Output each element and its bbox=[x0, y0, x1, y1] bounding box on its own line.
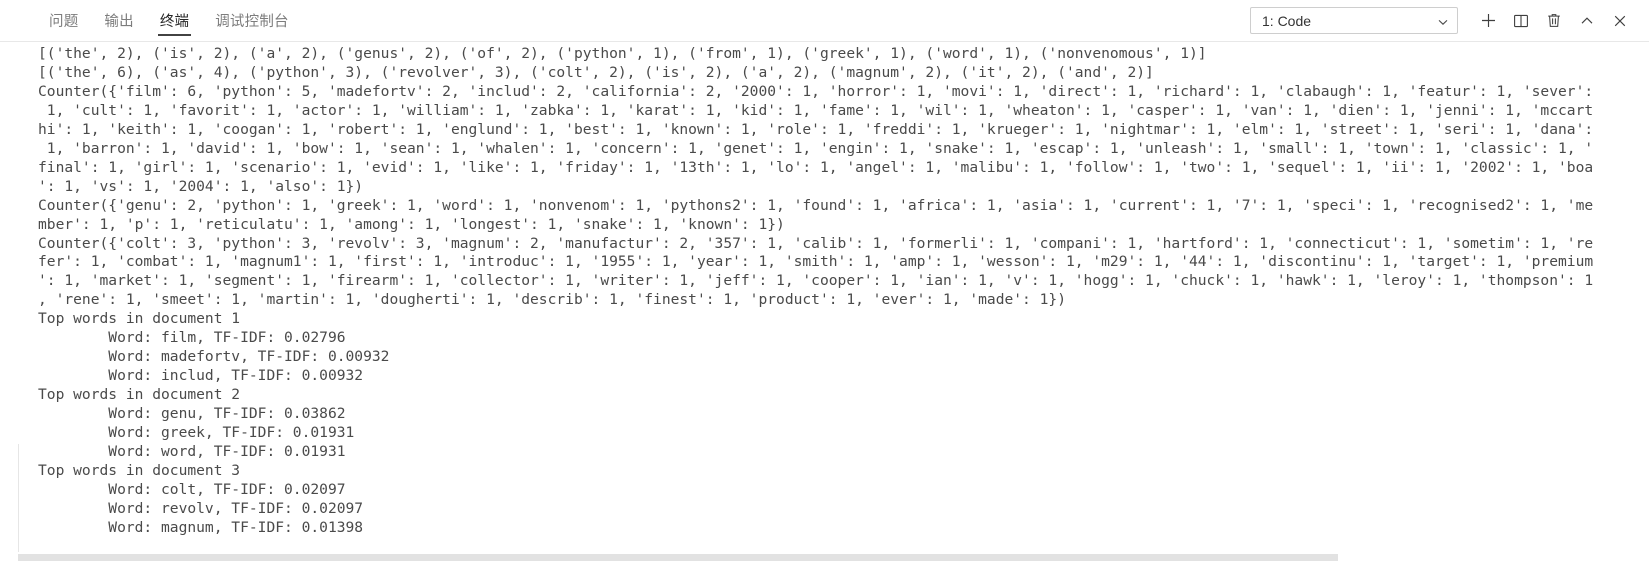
new-terminal-button[interactable] bbox=[1473, 6, 1503, 36]
terminal-horizontal-scrollbar-thumb[interactable] bbox=[18, 554, 1338, 561]
panel-terminal-view: 问题 输出 终端 调试控制台 1: Code [('the', 2), ('is… bbox=[0, 0, 1649, 563]
split-terminal-button[interactable] bbox=[1506, 6, 1536, 36]
panel-header: 问题 输出 终端 调试控制台 1: Code bbox=[0, 0, 1649, 42]
terminal-selector-value: 1: Code bbox=[1262, 12, 1312, 29]
tab-terminal-label: 终端 bbox=[159, 14, 190, 30]
close-icon bbox=[1612, 13, 1628, 29]
terminal-left-gutter bbox=[0, 42, 18, 563]
terminal-output-text: [('the', 2), ('is', 2), ('a', 2), ('genu… bbox=[38, 45, 1594, 536]
tab-debug-console-label: 调试控制台 bbox=[215, 14, 289, 30]
tab-problems[interactable]: 问题 bbox=[36, 0, 91, 41]
terminal-horizontal-scrollbar[interactable] bbox=[18, 552, 1649, 563]
trash-icon bbox=[1546, 12, 1562, 29]
tab-output-label: 输出 bbox=[104, 14, 134, 30]
tab-terminal[interactable]: 终端 bbox=[147, 0, 202, 41]
panel-tab-list: 问题 输出 终端 调试控制台 bbox=[0, 0, 302, 41]
tab-problems-label: 问题 bbox=[49, 14, 79, 30]
chevron-down-icon bbox=[1437, 15, 1449, 27]
plus-icon bbox=[1480, 12, 1497, 29]
terminal-selector-dropdown[interactable]: 1: Code bbox=[1250, 7, 1458, 34]
panel-actions: 1: Code bbox=[1250, 6, 1635, 36]
split-panel-icon bbox=[1513, 13, 1529, 29]
kill-terminal-button[interactable] bbox=[1539, 6, 1569, 36]
close-panel-button[interactable] bbox=[1605, 6, 1635, 36]
tab-debug-console[interactable]: 调试控制台 bbox=[202, 0, 302, 41]
panel-divider bbox=[18, 444, 19, 563]
tab-output[interactable]: 输出 bbox=[91, 0, 146, 41]
chevron-up-icon bbox=[1579, 13, 1595, 29]
maximize-panel-button[interactable] bbox=[1572, 6, 1602, 36]
terminal-output-area[interactable]: [('the', 2), ('is', 2), ('a', 2), ('genu… bbox=[0, 42, 1649, 563]
terminal-scroll-surface[interactable]: [('the', 2), ('is', 2), ('a', 2), ('genu… bbox=[38, 45, 1639, 563]
